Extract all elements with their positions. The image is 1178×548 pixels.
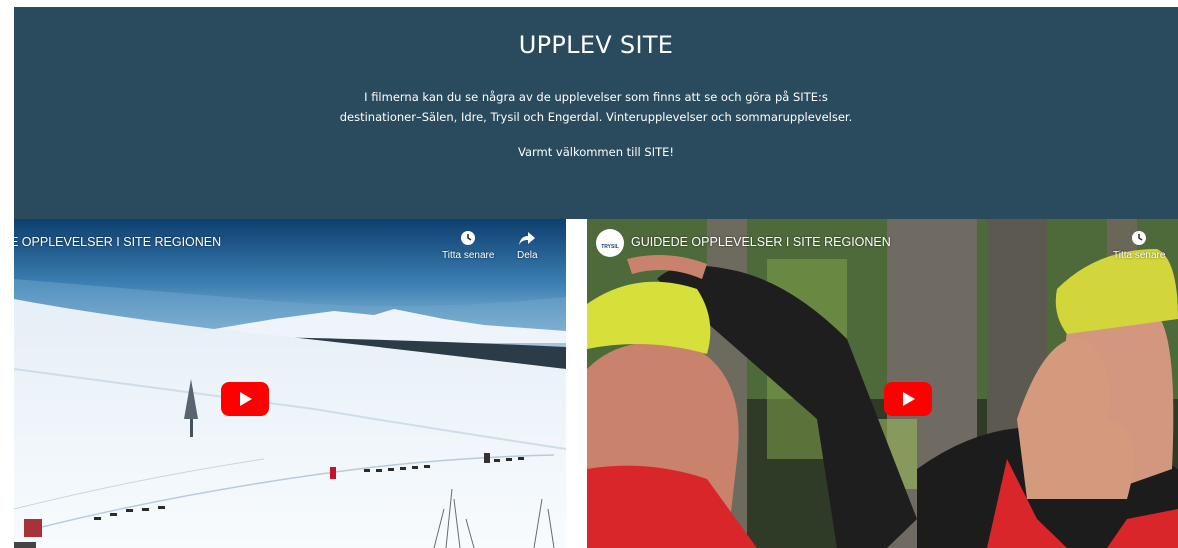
play-button[interactable] [884,382,932,416]
video-player-rafting[interactable]: TRYSIL GUIDEDE OPPLEVELSER I SITE REGION… [587,219,1178,548]
watch-later-button[interactable]: Titta senare [442,229,494,261]
intro-text: I filmerna kan du se några av de uppleve… [14,87,1178,127]
watch-later-button[interactable]: Titta senare [1113,229,1165,261]
watch-later-label: Titta senare [1113,250,1166,261]
channel-name: TRYSIL [601,244,619,250]
intro-line-1: I filmerna kan du se några av de uppleve… [364,90,828,104]
intro-line-2: destinationer–Sälen, Idre, Trysil och En… [339,110,853,124]
video-thumbnail-rafting [587,219,1178,548]
share-label: Dela [517,250,538,261]
video-thumbnail-winter [14,219,566,548]
play-icon [903,392,915,406]
play-icon [240,392,252,406]
video-player-winter[interactable]: E OPPLEVELSER I SITE REGIONEN Titta sena… [14,219,566,548]
clock-icon [1132,231,1147,245]
share-arrow-icon [519,232,536,245]
page-title: UPPLEV SITE [518,31,674,59]
share-button[interactable]: Dela [517,229,538,261]
play-button[interactable] [221,382,269,416]
video-title[interactable]: GUIDEDE OPPLEVELSER I SITE REGIONEN [631,235,891,249]
intro-banner: UPPLEV SITE I filmerna kan du se några a… [14,7,1178,219]
clock-icon [461,231,476,245]
welcome-text: Varmt välkommen till SITE! [517,145,674,159]
watch-later-label: Titta senare [442,250,495,261]
channel-avatar[interactable]: TRYSIL [596,229,624,257]
video-title[interactable]: E OPPLEVELSER I SITE REGIONEN [14,235,221,249]
